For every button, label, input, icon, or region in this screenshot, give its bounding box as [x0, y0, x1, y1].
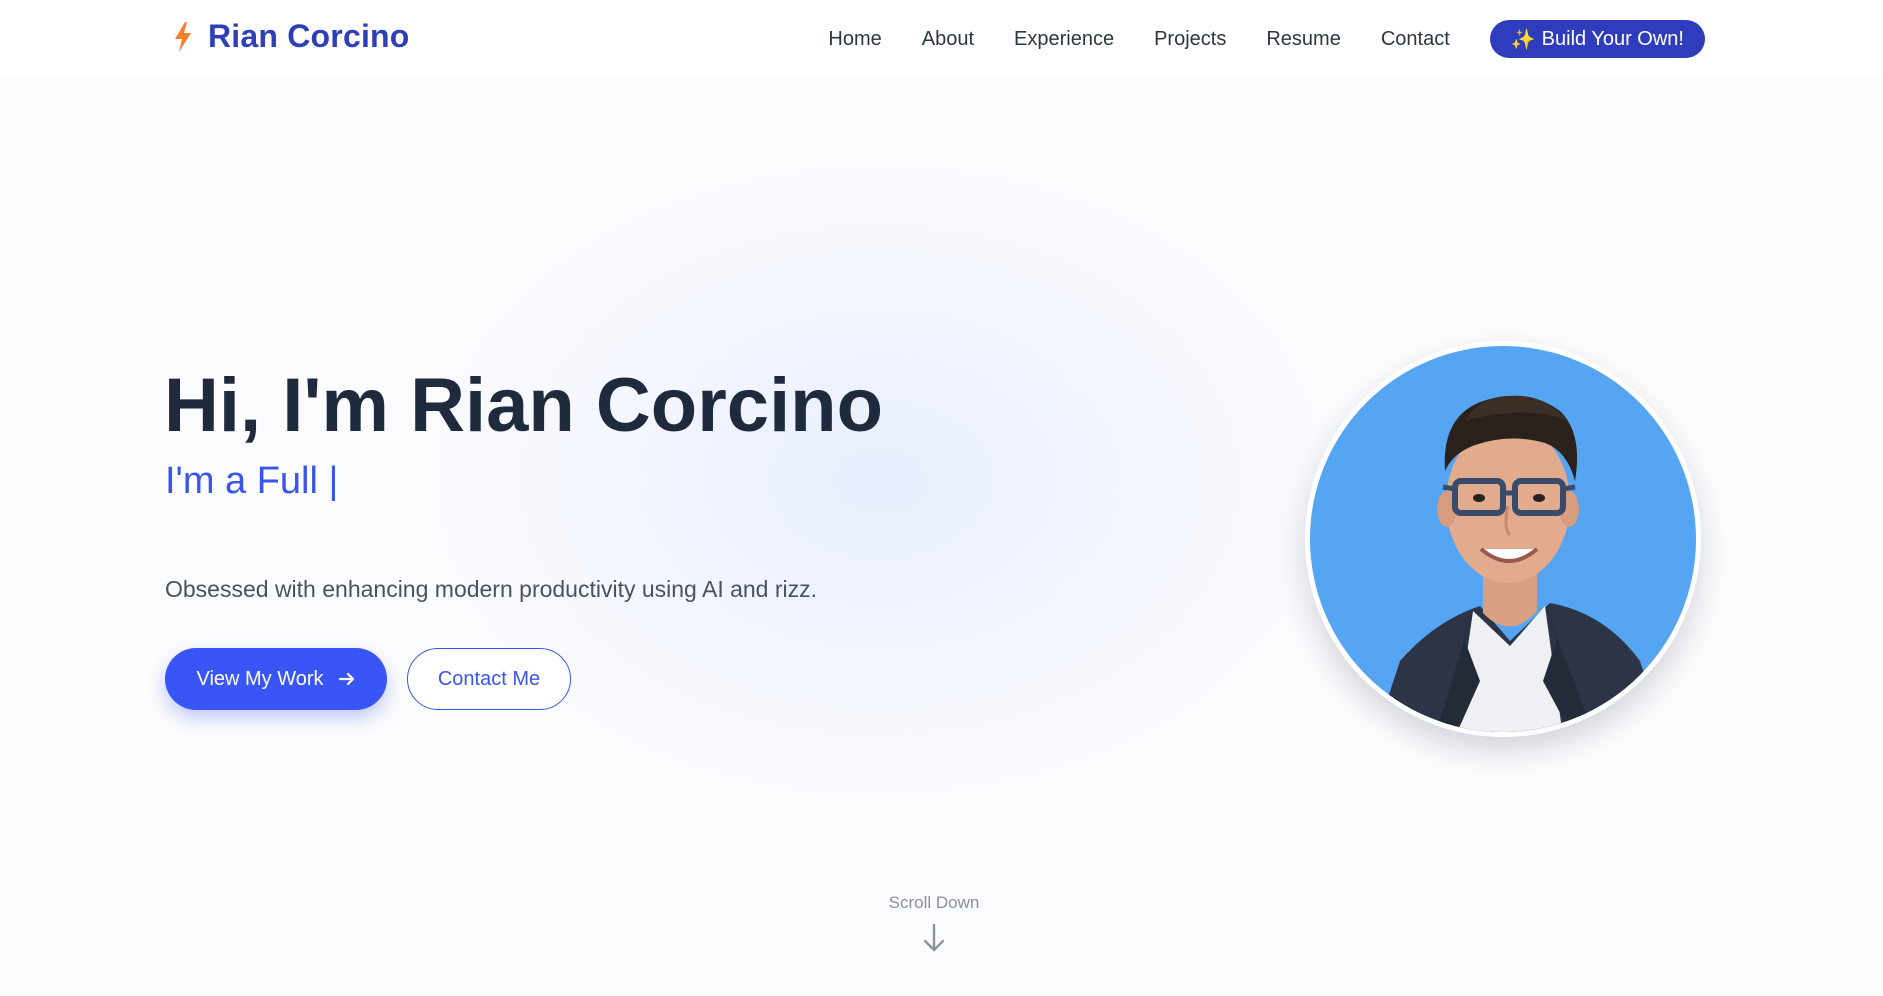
arrow-right-icon — [338, 672, 354, 686]
lightning-bolt-icon — [175, 21, 191, 52]
nav-link-contact[interactable]: Contact — [1381, 28, 1450, 51]
brand-name: Rian Corcino — [208, 18, 410, 54]
profile-photo — [1305, 341, 1701, 737]
nav-link-about[interactable]: About — [922, 28, 974, 51]
contact-me-button[interactable]: Contact Me — [407, 648, 571, 710]
sparkles-icon: ✨ — [1510, 28, 1536, 51]
profile-photo-illustration — [1305, 341, 1701, 737]
brand-logo-link[interactable]: Rian Corcino — [172, 18, 410, 55]
nav-link-experience[interactable]: Experience — [1014, 28, 1114, 51]
hero-typing-subtitle: I'm a Full | — [165, 460, 339, 502]
hero-description: Obsessed with enhancing modern productiv… — [165, 576, 818, 602]
build-your-own-label: Build Your Own! — [1541, 27, 1684, 50]
scroll-down-label: Scroll Down — [888, 893, 980, 912]
build-your-own-button[interactable]: ✨ Build Your Own! — [1489, 20, 1705, 58]
arrow-down-icon[interactable] — [920, 922, 948, 954]
contact-me-label: Contact Me — [437, 667, 541, 690]
hero-title: Hi, I'm Rian Corcino — [164, 363, 884, 448]
navbar: Rian Corcino Home About Experience Proje… — [0, 0, 1883, 78]
nav-link-resume[interactable]: Resume — [1266, 28, 1340, 51]
nav-link-home[interactable]: Home — [828, 28, 881, 51]
background-glow — [330, 90, 1430, 870]
nav-links: Home About Experience Projects Resume Co… — [828, 0, 1883, 78]
view-my-work-button[interactable]: View My Work — [165, 648, 387, 710]
view-my-work-label: View My Work — [196, 667, 324, 690]
nav-link-projects[interactable]: Projects — [1154, 28, 1226, 51]
page: Rian Corcino Home About Experience Proje… — [0, 0, 1883, 996]
